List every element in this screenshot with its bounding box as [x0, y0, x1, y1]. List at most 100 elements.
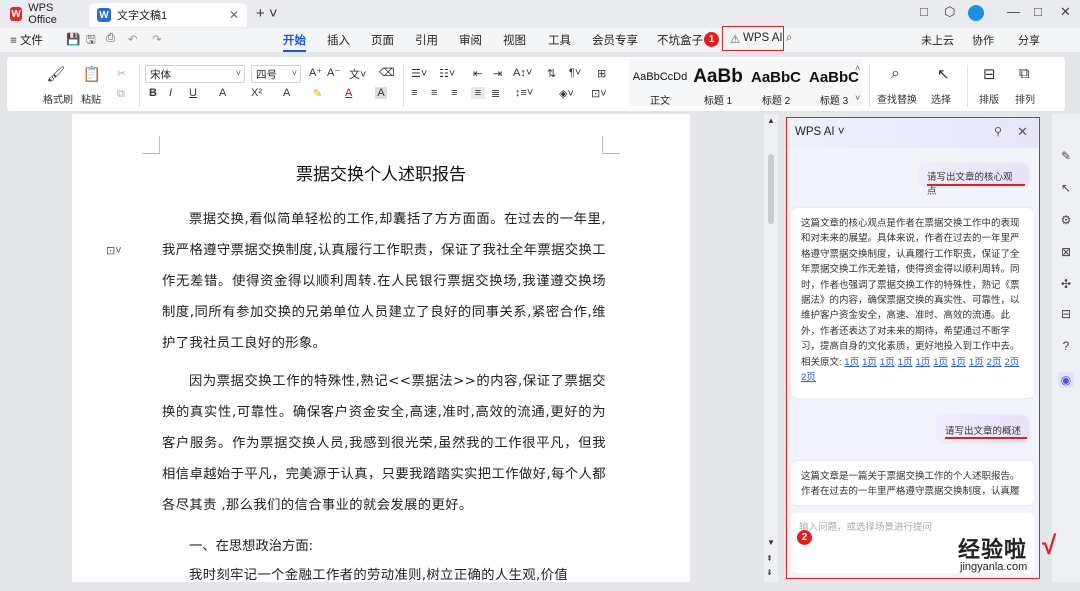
- edit-icon[interactable]: ✎: [1058, 148, 1074, 164]
- maximize-icon[interactable]: □: [1034, 4, 1042, 19]
- properties-icon[interactable]: ⊠: [1058, 244, 1074, 260]
- scrollbar[interactable]: ▲ ▼ ⇞ ⇟: [764, 114, 778, 582]
- avatar[interactable]: [968, 5, 984, 21]
- superscript-icon[interactable]: X²: [251, 87, 262, 99]
- font-size-select[interactable]: 四号 ˅: [251, 65, 301, 83]
- new-tab-button[interactable]: + ˅: [256, 5, 278, 22]
- format-painter-button[interactable]: 格式刷: [43, 91, 73, 106]
- line-spacing-icon[interactable]: ↕≡˅: [515, 87, 533, 99]
- translate-icon[interactable]: ⊟: [1058, 306, 1074, 322]
- sort-button[interactable]: 排列: [1015, 91, 1035, 106]
- search-icon[interactable]: ⌕: [786, 32, 792, 45]
- source-link[interactable]: 1页: [951, 357, 966, 368]
- source-link[interactable]: 1页: [862, 357, 877, 368]
- source-link[interactable]: 2页: [1004, 357, 1019, 368]
- cut-icon[interactable]: ✂: [117, 67, 126, 80]
- indent-icon[interactable]: ⇥: [493, 67, 502, 80]
- bullet-list-icon[interactable]: ☰˅: [411, 67, 427, 80]
- source-link[interactable]: 1页: [880, 357, 895, 368]
- help-icon[interactable]: ?: [1058, 338, 1074, 354]
- shrink-font-icon[interactable]: A⁻: [327, 66, 340, 79]
- wps-ai-icon[interactable]: ◉: [1058, 372, 1074, 388]
- tab-page[interactable]: 页面: [371, 32, 394, 48]
- close-window-icon[interactable]: ✕: [1060, 4, 1071, 20]
- minimize-icon[interactable]: —: [1007, 4, 1020, 19]
- settings-icon[interactable]: ⚙: [1058, 212, 1074, 228]
- gallery-down-icon[interactable]: ˅: [855, 93, 860, 103]
- tab-review[interactable]: 审阅: [459, 32, 482, 48]
- close-icon[interactable]: ✕: [1017, 124, 1028, 140]
- find-replace-button[interactable]: 查找替换: [877, 91, 917, 106]
- close-tab-icon[interactable]: ✕: [229, 8, 239, 22]
- table-icon[interactable]: ⊞: [597, 67, 606, 80]
- border-icon[interactable]: ⊡˅: [591, 87, 607, 100]
- shading-icon[interactable]: ◈˅: [559, 87, 574, 100]
- phonetic-icon[interactable]: 文˅: [349, 66, 366, 82]
- source-link[interactable]: 2页: [801, 372, 816, 383]
- style-normal[interactable]: AaBbCcDd 正文: [631, 62, 689, 107]
- numbered-list-icon[interactable]: ☷˅: [439, 67, 455, 80]
- page-down-icon[interactable]: ⇟: [766, 568, 773, 577]
- tools-icon[interactable]: ✣: [1058, 276, 1074, 292]
- style-heading-1[interactable]: AaBb 标题 1: [689, 62, 747, 107]
- undo-icon[interactable]: ↶: [128, 32, 138, 46]
- scrollbar-thumb[interactable]: [768, 154, 774, 224]
- ai-panel-title[interactable]: WPS AI ˅: [795, 126, 845, 138]
- tab-document[interactable]: W 文字文稿1 ✕: [89, 3, 247, 27]
- align-left-icon[interactable]: ≡: [411, 87, 417, 99]
- layout-icon[interactable]: □: [920, 4, 928, 19]
- highlight-icon[interactable]: ✎: [313, 87, 322, 100]
- pin-icon[interactable]: ⚲: [994, 125, 1002, 138]
- paste-button[interactable]: 粘贴: [81, 91, 101, 106]
- tab-insert[interactable]: 插入: [327, 32, 350, 48]
- source-link[interactable]: 1页: [844, 357, 859, 368]
- source-link[interactable]: 1页: [969, 357, 984, 368]
- cloud-button[interactable]: 未上云: [921, 32, 954, 48]
- sort-icon[interactable]: ⇅: [547, 67, 556, 80]
- tab-home[interactable]: 开始: [283, 32, 306, 52]
- gallery-up-icon[interactable]: ˄: [855, 63, 860, 73]
- underline-icon[interactable]: U: [189, 87, 197, 99]
- tab-bukeng[interactable]: 不坑盒子: [657, 32, 703, 48]
- save-icon[interactable]: 💾: [66, 32, 80, 46]
- source-link[interactable]: 1页: [898, 357, 913, 368]
- clear-format-icon[interactable]: ⌫: [379, 66, 395, 79]
- select-button[interactable]: 选择: [931, 91, 951, 106]
- scroll-down-icon[interactable]: ▼: [767, 538, 775, 547]
- style-heading-2[interactable]: AaBbC 标题 2: [747, 62, 805, 107]
- strikethrough-icon[interactable]: A: [219, 87, 226, 99]
- distribute-icon[interactable]: ≣: [491, 87, 500, 100]
- show-marks-icon[interactable]: ¶˅: [569, 67, 581, 79]
- scroll-up-icon[interactable]: ▲: [767, 116, 775, 125]
- export-icon[interactable]: 🖫: [86, 32, 96, 51]
- document-page[interactable]: 票据交换个人述职报告 票据交换,看似简单轻松的工作,却囊括了方方面面。在过去的一…: [72, 114, 690, 583]
- align-center-icon[interactable]: ≡: [431, 87, 437, 99]
- file-menu[interactable]: ≡ 文件: [10, 32, 43, 48]
- cursor-icon[interactable]: ↖: [1058, 180, 1074, 196]
- outdent-icon[interactable]: ⇤: [473, 67, 482, 80]
- text-direction-icon[interactable]: A↕˅: [513, 67, 532, 79]
- redo-icon[interactable]: ↷: [152, 32, 162, 46]
- tab-member[interactable]: 会员专享: [592, 32, 638, 48]
- arrange-button[interactable]: 排版: [979, 91, 999, 106]
- align-right-icon[interactable]: ≡: [451, 87, 457, 99]
- font-color-icon[interactable]: A: [345, 87, 352, 99]
- bold-icon[interactable]: B: [149, 87, 157, 99]
- cube-icon[interactable]: ⬡: [944, 4, 955, 20]
- tab-references[interactable]: 引用: [415, 32, 438, 48]
- tab-view[interactable]: 视图: [503, 32, 526, 48]
- collaborate-button[interactable]: 协作: [972, 32, 994, 48]
- tab-tools[interactable]: 工具: [548, 32, 571, 48]
- char-shading-icon[interactable]: A: [375, 87, 387, 99]
- justify-icon[interactable]: ≡: [471, 87, 485, 99]
- text-effect-icon[interactable]: A: [283, 87, 290, 99]
- source-link[interactable]: 2页: [987, 357, 1002, 368]
- font-family-select[interactable]: 宋体 ˅: [145, 65, 245, 83]
- grow-font-icon[interactable]: A⁺: [309, 66, 322, 79]
- page-up-icon[interactable]: ⇞: [766, 554, 773, 563]
- italic-icon[interactable]: I: [169, 87, 172, 99]
- source-link[interactable]: 1页: [933, 357, 948, 368]
- paragraph-handle-icon[interactable]: ⊡˅: [106, 244, 122, 257]
- print-icon[interactable]: ⎙: [106, 32, 115, 45]
- tab-wps-office[interactable]: W WPS Office: [2, 2, 86, 26]
